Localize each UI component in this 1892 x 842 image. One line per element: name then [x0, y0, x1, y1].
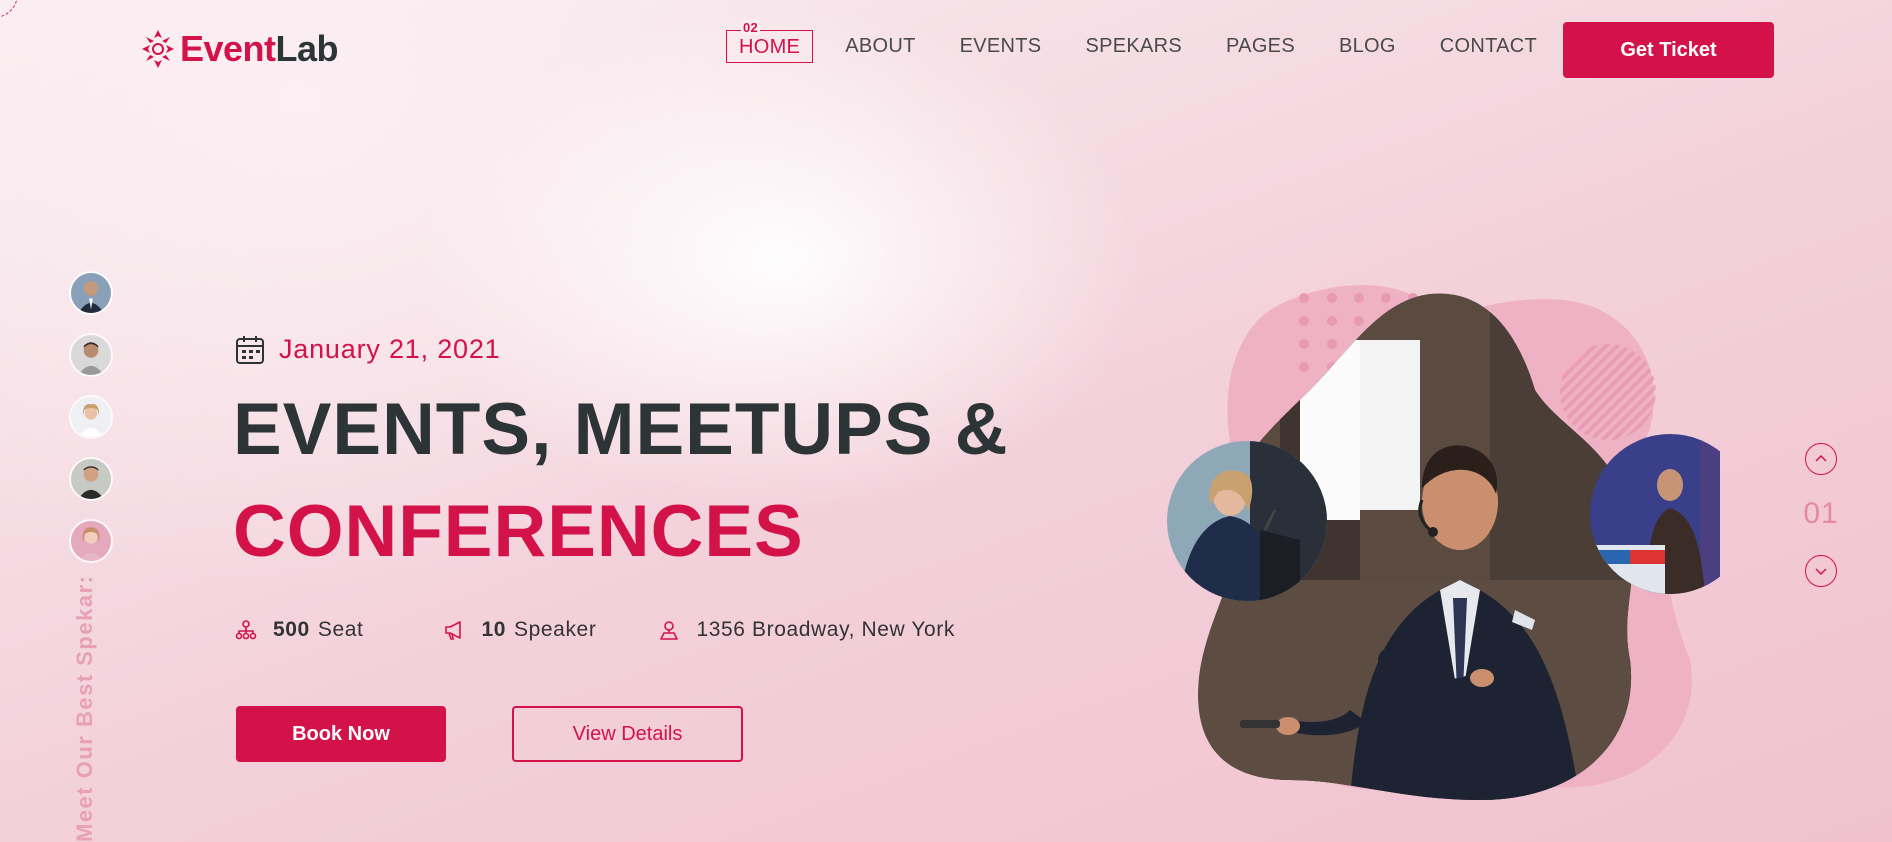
- slider-controls: 01: [1803, 443, 1839, 587]
- decorative-ring: [0, 0, 18, 18]
- stat-speakers-label: Speaker: [514, 618, 597, 641]
- hero-headline-line2: CONFERENCES: [233, 491, 804, 572]
- stat-seats: 500 Seat: [235, 618, 363, 642]
- speaker-photo-left: [1167, 441, 1327, 601]
- nav-item-events[interactable]: EVENTS: [960, 35, 1042, 58]
- slide-down-button[interactable]: [1805, 555, 1837, 587]
- hero-image-composition: [1167, 285, 1720, 801]
- chevron-up-icon: [1815, 454, 1827, 462]
- stat-speakers-value: 10: [481, 618, 507, 641]
- slide-number: 01: [1803, 497, 1839, 530]
- nav-item-contact[interactable]: CONTACT: [1440, 35, 1537, 58]
- brand-logo[interactable]: EventLab: [140, 26, 339, 72]
- meet-speakers-label: Meet Our Best Spekar:: [72, 574, 97, 842]
- nav-item-pages[interactable]: PAGES: [1226, 35, 1295, 58]
- book-now-button[interactable]: Book Now: [236, 706, 446, 762]
- megaphone-icon: [445, 621, 462, 640]
- stat-seats-value: 500: [273, 618, 310, 641]
- stat-location-label: 1356 Broadway, New York: [696, 618, 955, 641]
- speaker-avatar[interactable]: [69, 333, 113, 377]
- nav-item-speakers[interactable]: SPEKARS: [1085, 35, 1182, 58]
- chevron-down-icon: [1815, 568, 1827, 576]
- location-pin-icon: [660, 621, 679, 640]
- get-ticket-button[interactable]: Get Ticket: [1563, 22, 1774, 78]
- nav-item-home[interactable]: 02 HOME: [726, 20, 814, 63]
- event-date: January 21, 2021: [235, 334, 500, 365]
- stat-speakers: 10 Speaker: [443, 618, 596, 642]
- nav-item-blog[interactable]: BLOG: [1339, 35, 1396, 58]
- speaker-avatar-list: [69, 271, 113, 563]
- speaker-avatar[interactable]: [69, 271, 113, 315]
- nav-item-label: HOME: [739, 36, 801, 58]
- view-details-button[interactable]: View Details: [512, 706, 743, 762]
- logo-mark-icon: [142, 30, 174, 68]
- speaker-avatar[interactable]: [69, 519, 113, 563]
- brand-name-part1: Event: [180, 28, 276, 69]
- main-nav: 02 HOME ABOUT EVENTS SPEKARS PAGES BLOG …: [726, 20, 1581, 63]
- brand-name: EventLab: [180, 28, 339, 70]
- event-stats: 500 Seat 10 Speaker 1356 Broadway, New Y…: [235, 618, 955, 642]
- brand-name-part2: Lab: [275, 28, 339, 69]
- event-date-text: January 21, 2021: [279, 334, 501, 364]
- sitemap-icon: [235, 620, 257, 640]
- nav-badge: 02: [741, 20, 761, 35]
- speaker-avatar[interactable]: [69, 457, 113, 501]
- slide-up-button[interactable]: [1805, 443, 1837, 475]
- hero-headline-line1: EVENTS, MEETUPS &: [233, 389, 1009, 470]
- stat-location: 1356 Broadway, New York: [658, 618, 955, 642]
- stat-seats-label: Seat: [317, 618, 364, 641]
- speaker-avatar[interactable]: [69, 395, 113, 439]
- nav-item-about[interactable]: ABOUT: [845, 35, 915, 58]
- calendar-icon: [236, 335, 264, 364]
